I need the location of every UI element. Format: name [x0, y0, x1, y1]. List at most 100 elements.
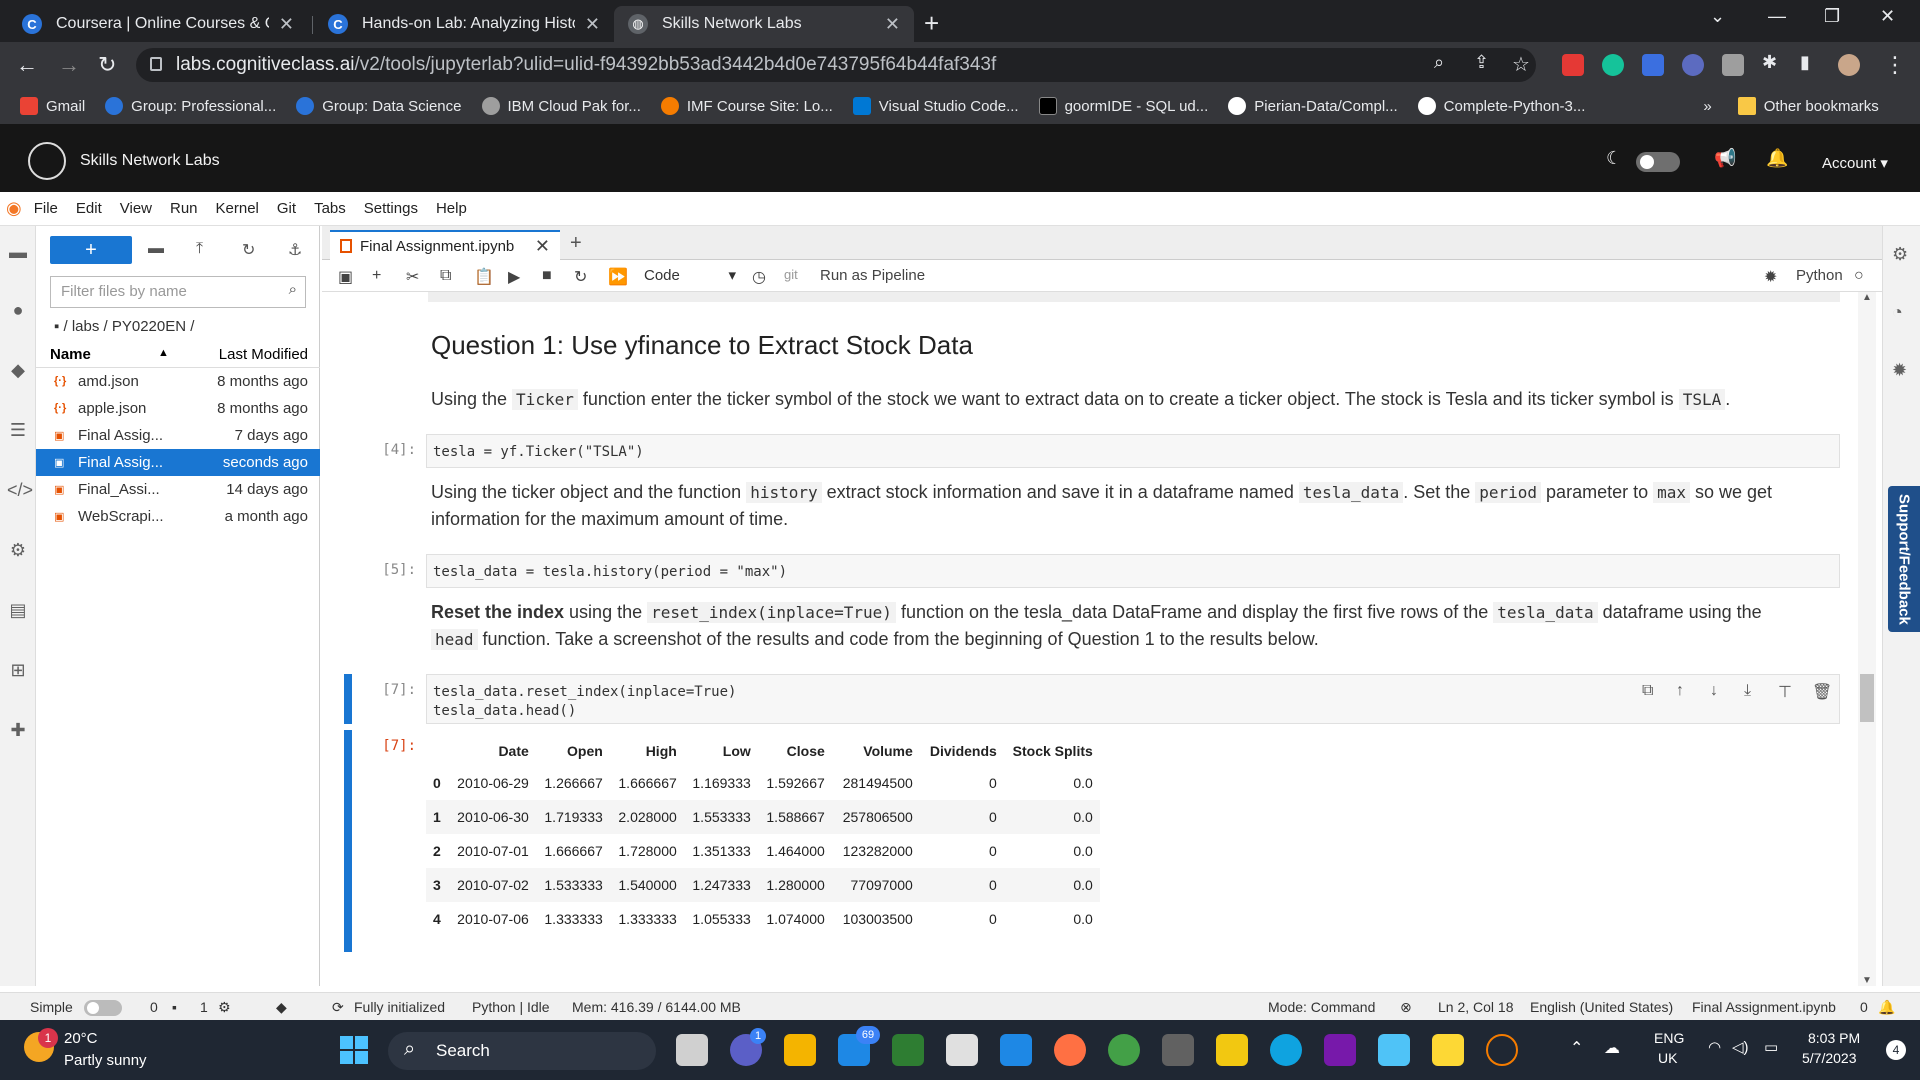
elyra-icon[interactable]: ⊞: [7, 660, 29, 682]
forward-arrow-icon[interactable]: →: [58, 52, 80, 78]
language-primary[interactable]: ENG: [1654, 1030, 1684, 1046]
bell-icon[interactable]: 🔔: [1766, 148, 1788, 169]
file-row[interactable]: {·} amd.json 8 months ago: [36, 368, 320, 395]
chrome-icon[interactable]: [1108, 1034, 1140, 1066]
jupyter-icon[interactable]: [1486, 1034, 1518, 1066]
windows-start-icon[interactable]: [340, 1036, 368, 1064]
stop-icon[interactable]: ■: [542, 267, 552, 285]
delete-cell-icon[interactable]: 🗑: [1812, 682, 1832, 702]
dark-mode-toggle[interactable]: [1636, 152, 1680, 172]
clock-time[interactable]: 8:03 PM: [1808, 1030, 1860, 1046]
tab-final-assignment[interactable]: Final Assignment.ipynb ✕: [330, 230, 560, 260]
microsoft-store-icon[interactable]: [946, 1034, 978, 1066]
move-down-icon[interactable]: ↓: [1710, 682, 1718, 700]
bookmark-group-data-science[interactable]: Group: Data Science: [296, 97, 462, 115]
git-label[interactable]: git: [784, 267, 798, 282]
folder-icon[interactable]: ▬: [7, 242, 29, 264]
bell-icon[interactable]: 🔔: [1878, 999, 1895, 1016]
taskbar-search[interactable]: ⌕ Search: [388, 1032, 656, 1070]
language-secondary[interactable]: UK: [1658, 1050, 1677, 1066]
git-clone-icon[interactable]: ⚓: [288, 240, 302, 260]
duplicate-cell-icon[interactable]: ⧉: [1642, 682, 1653, 700]
new-launcher-button[interactable]: +: [50, 236, 132, 264]
file-row[interactable]: ▣ WebScrapi... a month ago: [36, 503, 320, 530]
bookmark-gmail[interactable]: Gmail: [20, 97, 85, 115]
dashboard-icon[interactable]: ◔: [1892, 302, 1903, 323]
close-icon[interactable]: ✕: [535, 236, 550, 257]
tab-search-icon[interactable]: ⌄: [1710, 6, 1725, 27]
snipping-tool-icon[interactable]: [1378, 1034, 1410, 1066]
kernel-count[interactable]: 1: [200, 999, 208, 1015]
restore-icon[interactable]: ❐: [1824, 6, 1840, 27]
onedrive-icon[interactable]: ☁: [1604, 1038, 1620, 1058]
extension-icon[interactable]: [1642, 54, 1664, 76]
copy-icon[interactable]: ⧉: [440, 267, 451, 285]
column-last-modified[interactable]: Last Modified: [219, 346, 308, 363]
file-explorer-icon[interactable]: [784, 1034, 816, 1066]
code-snippets-icon[interactable]: </>: [7, 480, 33, 502]
simple-mode-toggle[interactable]: [84, 1000, 122, 1016]
task-view-icon[interactable]: [676, 1034, 708, 1066]
run-as-pipeline-button[interactable]: Run as Pipeline: [820, 267, 925, 284]
run-icon[interactable]: ▶: [508, 267, 520, 287]
property-inspector-icon[interactable]: ▤: [7, 600, 29, 622]
megaphone-icon[interactable]: 📢: [1714, 148, 1736, 169]
share-icon[interactable]: ⇪: [1474, 52, 1489, 73]
close-tab-icon[interactable]: ✕: [585, 14, 600, 35]
file-row-selected[interactable]: ▣ Final Assig... seconds ago: [36, 449, 320, 476]
trust-icon[interactable]: ⊗: [1400, 999, 1412, 1016]
bookmark-ibm-cloud[interactable]: IBM Cloud Pak for...: [481, 97, 641, 115]
close-tab-icon[interactable]: ✕: [279, 14, 294, 35]
side-panel-icon[interactable]: ▮: [1800, 52, 1810, 73]
url-field[interactable]: labs.cognitiveclass.ai/v2/tools/jupyterl…: [136, 48, 1536, 82]
bug-icon[interactable]: ✹: [1764, 267, 1777, 287]
vertical-scrollbar[interactable]: ▲ ▼: [1858, 292, 1876, 986]
new-folder-icon[interactable]: ▬: [148, 240, 164, 258]
browser-tab-coursera[interactable]: C Coursera | Online Courses & Cred ✕: [8, 6, 308, 42]
markdown-cell[interactable]: Reset the index using the reset_index(in…: [431, 599, 1811, 653]
weather-description[interactable]: Partly sunny: [64, 1052, 147, 1069]
power-bi-icon[interactable]: [1216, 1034, 1248, 1066]
support-feedback-button[interactable]: Support/Feedback: [1888, 486, 1920, 632]
menu-help[interactable]: Help: [436, 200, 467, 217]
fast-forward-icon[interactable]: ⏩: [608, 267, 628, 287]
extension-icon[interactable]: [1562, 54, 1584, 76]
clock-icon[interactable]: ◷: [752, 267, 766, 287]
running-sessions-icon[interactable]: ●: [7, 300, 29, 322]
kebab-menu-icon[interactable]: ⋮: [1884, 52, 1906, 78]
breadcrumb[interactable]: ▪ / labs / PY0220EN /: [54, 318, 194, 335]
code-cell-active[interactable]: tesla_data.reset_index(inplace=True) tes…: [426, 674, 1840, 724]
markdown-cell[interactable]: Using the ticker object and the function…: [431, 479, 1811, 533]
zoom-search-icon[interactable]: ⌕: [1434, 52, 1444, 73]
debugger-icon[interactable]: ✹: [1892, 360, 1907, 381]
vscode-icon[interactable]: [1000, 1034, 1032, 1066]
other-bookmarks[interactable]: Other bookmarks: [1737, 97, 1879, 115]
cell-type-select[interactable]: Code: [644, 266, 736, 284]
sticky-notes-icon[interactable]: [1432, 1034, 1464, 1066]
edge-icon[interactable]: [1270, 1034, 1302, 1066]
close-window-icon[interactable]: ✕: [1880, 6, 1895, 27]
scroll-up-icon[interactable]: ▲: [1862, 292, 1872, 303]
bookmark-vscode[interactable]: Visual Studio Code...: [852, 97, 1019, 115]
firefox-icon[interactable]: [1054, 1034, 1086, 1066]
volume-icon[interactable]: ◁): [1732, 1038, 1749, 1056]
profile-avatar[interactable]: [1838, 54, 1860, 76]
code-cell[interactable]: tesla_data = tesla.history(period = "max…: [426, 554, 1840, 588]
git-icon[interactable]: ◆: [7, 360, 29, 382]
app-icon[interactable]: [892, 1034, 924, 1066]
insert-cell-icon[interactable]: +: [372, 267, 381, 285]
horizontal-scrollbar[interactable]: [428, 292, 1840, 302]
scrollbar-thumb[interactable]: [1860, 674, 1874, 722]
menu-run[interactable]: Run: [170, 200, 198, 217]
code-cell[interactable]: tesla = yf.Ticker("TSLA"): [426, 434, 1840, 468]
calculator-icon[interactable]: [1162, 1034, 1194, 1066]
cursor-position[interactable]: Ln 2, Col 18: [1438, 999, 1514, 1015]
weather-temperature[interactable]: 20°C: [64, 1030, 98, 1047]
insert-below-icon[interactable]: ⊤: [1778, 682, 1792, 702]
paste-icon[interactable]: 📋: [474, 267, 494, 287]
column-name[interactable]: Name: [50, 346, 91, 363]
markdown-heading-cell[interactable]: Question 1: Use yfinance to Extract Stoc…: [431, 332, 1811, 359]
kernel-name[interactable]: Python: [1796, 267, 1843, 284]
minimize-icon[interactable]: —: [1768, 6, 1786, 27]
extension-manager-icon[interactable]: ✚: [7, 720, 29, 742]
